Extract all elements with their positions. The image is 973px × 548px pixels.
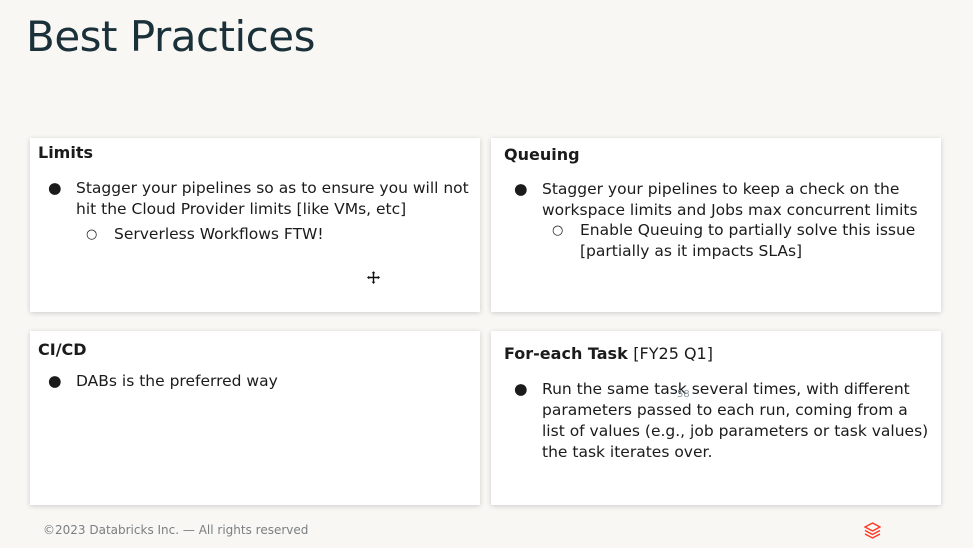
move-cursor-icon — [366, 270, 381, 289]
cicd-bullet: ● DABs is the preferred way — [48, 371, 466, 392]
limits-bullet-text: Stagger your pipelines so as to ensure y… — [76, 179, 469, 218]
page-number: 58 — [677, 389, 690, 400]
limits-sub-bullet-text: Serverless Workflows FTW! — [114, 225, 324, 243]
queuing-card: Queuing ● Stagger your pipelines to keep… — [491, 138, 941, 312]
foreach-bullet: ● Run the same task several times, with … — [514, 379, 932, 463]
foreach-title-text: For-each Task — [504, 344, 628, 363]
foreach-bullet-text: Run the same task several times, with di… — [542, 380, 929, 461]
limits-card-title: Limits — [38, 143, 94, 162]
foreach-title-suffix: [FY25 Q1] — [633, 344, 713, 363]
bullet-dot-icon: ● — [514, 380, 528, 398]
foreach-card-title: For-each Task [FY25 Q1] — [504, 344, 713, 363]
limits-card: Limits ● Stagger your pipelines so as to… — [30, 138, 480, 312]
databricks-logo-icon — [863, 522, 882, 543]
queuing-bullet-text: Stagger your pipelines to keep a check o… — [542, 180, 918, 219]
bullet-circle-icon: ○ — [552, 223, 564, 238]
queuing-sub-bullet-text: Enable Queuing to partially solve this i… — [580, 221, 916, 260]
footer-copyright: ©2023 Databricks Inc. — All rights reser… — [43, 523, 309, 537]
foreach-card: For-each Task [FY25 Q1] ● Run the same t… — [491, 331, 941, 505]
limits-sub-bullet: ○ Serverless Workflows FTW! — [86, 224, 454, 245]
bullet-dot-icon: ● — [48, 372, 62, 390]
queuing-sub-bullet: ○ Enable Queuing to partially solve this… — [552, 220, 925, 262]
bullet-dot-icon: ● — [514, 180, 528, 198]
bullet-circle-icon: ○ — [86, 227, 98, 242]
cicd-card: CI/CD ● DABs is the preferred way — [30, 331, 480, 505]
queuing-card-title: Queuing — [504, 145, 580, 164]
queuing-bullet: ● Stagger your pipelines to keep a check… — [514, 179, 932, 221]
slide-title: Best Practices — [26, 12, 316, 61]
cicd-card-title: CI/CD — [38, 340, 87, 359]
limits-bullet: ● Stagger your pipelines so as to ensure… — [48, 178, 472, 220]
bullet-dot-icon: ● — [48, 179, 62, 197]
cicd-bullet-text: DABs is the preferred way — [76, 372, 278, 390]
